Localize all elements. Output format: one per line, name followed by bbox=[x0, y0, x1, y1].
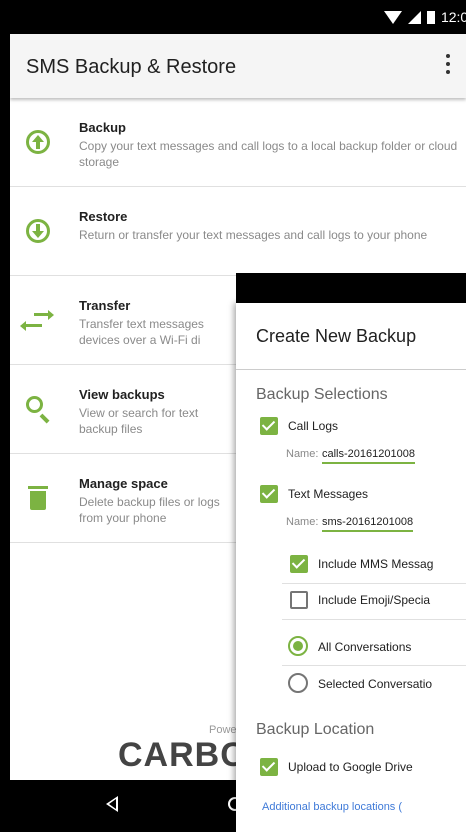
backup-upload-icon bbox=[24, 128, 52, 156]
battery-icon bbox=[426, 10, 435, 24]
signal-icon bbox=[407, 10, 421, 24]
search-icon bbox=[24, 395, 52, 424]
divider bbox=[236, 369, 466, 370]
list-item-restore[interactable]: Restore Return or transfer your text mes… bbox=[10, 187, 466, 276]
overflow-menu-icon[interactable] bbox=[442, 52, 454, 80]
item-description: Transfer text messages devices over a Wi… bbox=[79, 317, 204, 347]
list-item-backup[interactable]: Backup Copy your text messages and call … bbox=[10, 98, 466, 187]
item-description: Delete backup files or logs from your ph… bbox=[79, 495, 220, 525]
wifi-icon bbox=[383, 10, 402, 24]
call-logs-name-label: Name: bbox=[286, 448, 319, 460]
brand-logo-text: CARBC bbox=[118, 736, 246, 774]
item-title: Backup bbox=[79, 120, 126, 135]
selected-conversations-radio[interactable] bbox=[288, 673, 308, 693]
google-drive-checkbox[interactable] bbox=[260, 758, 278, 776]
text-messages-name-field[interactable]: sms-20161201008 bbox=[322, 516, 414, 532]
trash-icon bbox=[24, 484, 52, 512]
text-messages-checkbox[interactable] bbox=[260, 485, 278, 503]
create-backup-dialog: Create New Backup Backup Selections Call… bbox=[236, 303, 466, 832]
back-icon[interactable] bbox=[106, 796, 118, 812]
selected-conversations-label: Selected Conversatio bbox=[318, 677, 433, 691]
status-icons: 12:00 bbox=[383, 9, 466, 25]
include-emoji-checkbox[interactable] bbox=[290, 591, 308, 609]
transfer-arrows-icon bbox=[20, 306, 54, 334]
text-messages-label: Text Messages bbox=[288, 487, 369, 501]
include-mms-checkbox[interactable] bbox=[290, 555, 308, 573]
section-heading-selections: Backup Selections bbox=[256, 386, 388, 403]
all-conversations-label: All Conversations bbox=[318, 640, 412, 654]
item-title: Transfer bbox=[79, 298, 131, 313]
text-messages-name-label: Name: bbox=[286, 516, 319, 528]
item-description: Copy your text messages and call logs to… bbox=[79, 139, 458, 169]
item-title: View backups bbox=[79, 387, 165, 402]
powered-by-text: Powe bbox=[209, 724, 237, 736]
call-logs-name-field[interactable]: calls-20161201008 bbox=[322, 448, 415, 464]
google-drive-label: Upload to Google Drive bbox=[288, 760, 413, 774]
include-emoji-label: Include Emoji/Specia bbox=[318, 593, 431, 607]
divider bbox=[282, 619, 466, 620]
item-title: Manage space bbox=[79, 476, 168, 491]
app-title: SMS Backup & Restore bbox=[26, 56, 237, 78]
status-bar: 12:00 bbox=[0, 0, 466, 34]
include-mms-label: Include MMS Messag bbox=[318, 557, 434, 571]
item-title: Restore bbox=[79, 209, 128, 224]
call-logs-label: Call Logs bbox=[288, 419, 339, 433]
section-heading-location: Backup Location bbox=[256, 721, 375, 738]
call-logs-checkbox[interactable] bbox=[260, 417, 278, 435]
app-bar: SMS Backup & Restore bbox=[10, 34, 466, 98]
item-description: View or search for text backup files bbox=[79, 406, 199, 436]
dialog-status-strip bbox=[236, 273, 466, 303]
item-description: Return or transfer your text messages an… bbox=[79, 228, 428, 242]
additional-locations-link[interactable]: Additional backup locations ( bbox=[262, 801, 402, 813]
divider bbox=[282, 665, 466, 666]
all-conversations-radio[interactable] bbox=[288, 636, 308, 656]
restore-download-icon bbox=[24, 217, 52, 245]
divider bbox=[282, 583, 466, 584]
dialog-title: Create New Backup bbox=[256, 326, 417, 346]
status-time: 12:00 bbox=[440, 9, 466, 25]
